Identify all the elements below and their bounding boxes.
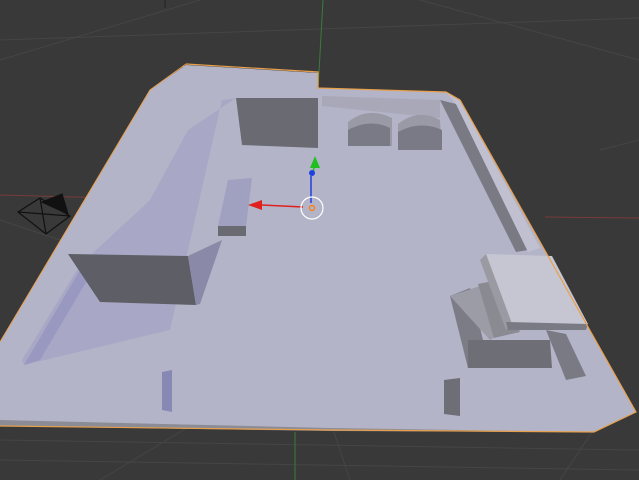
crate-left bbox=[348, 112, 392, 146]
bottom-notch-left bbox=[162, 370, 172, 412]
top-wall-face bbox=[236, 98, 318, 148]
small-block-face bbox=[218, 226, 246, 236]
gizmo-z-arrow[interactable] bbox=[309, 170, 315, 176]
bottom-notch-right bbox=[444, 378, 460, 416]
step-base-front bbox=[468, 340, 552, 368]
3d-viewport[interactable] bbox=[0, 0, 639, 480]
crate-right bbox=[398, 114, 442, 150]
